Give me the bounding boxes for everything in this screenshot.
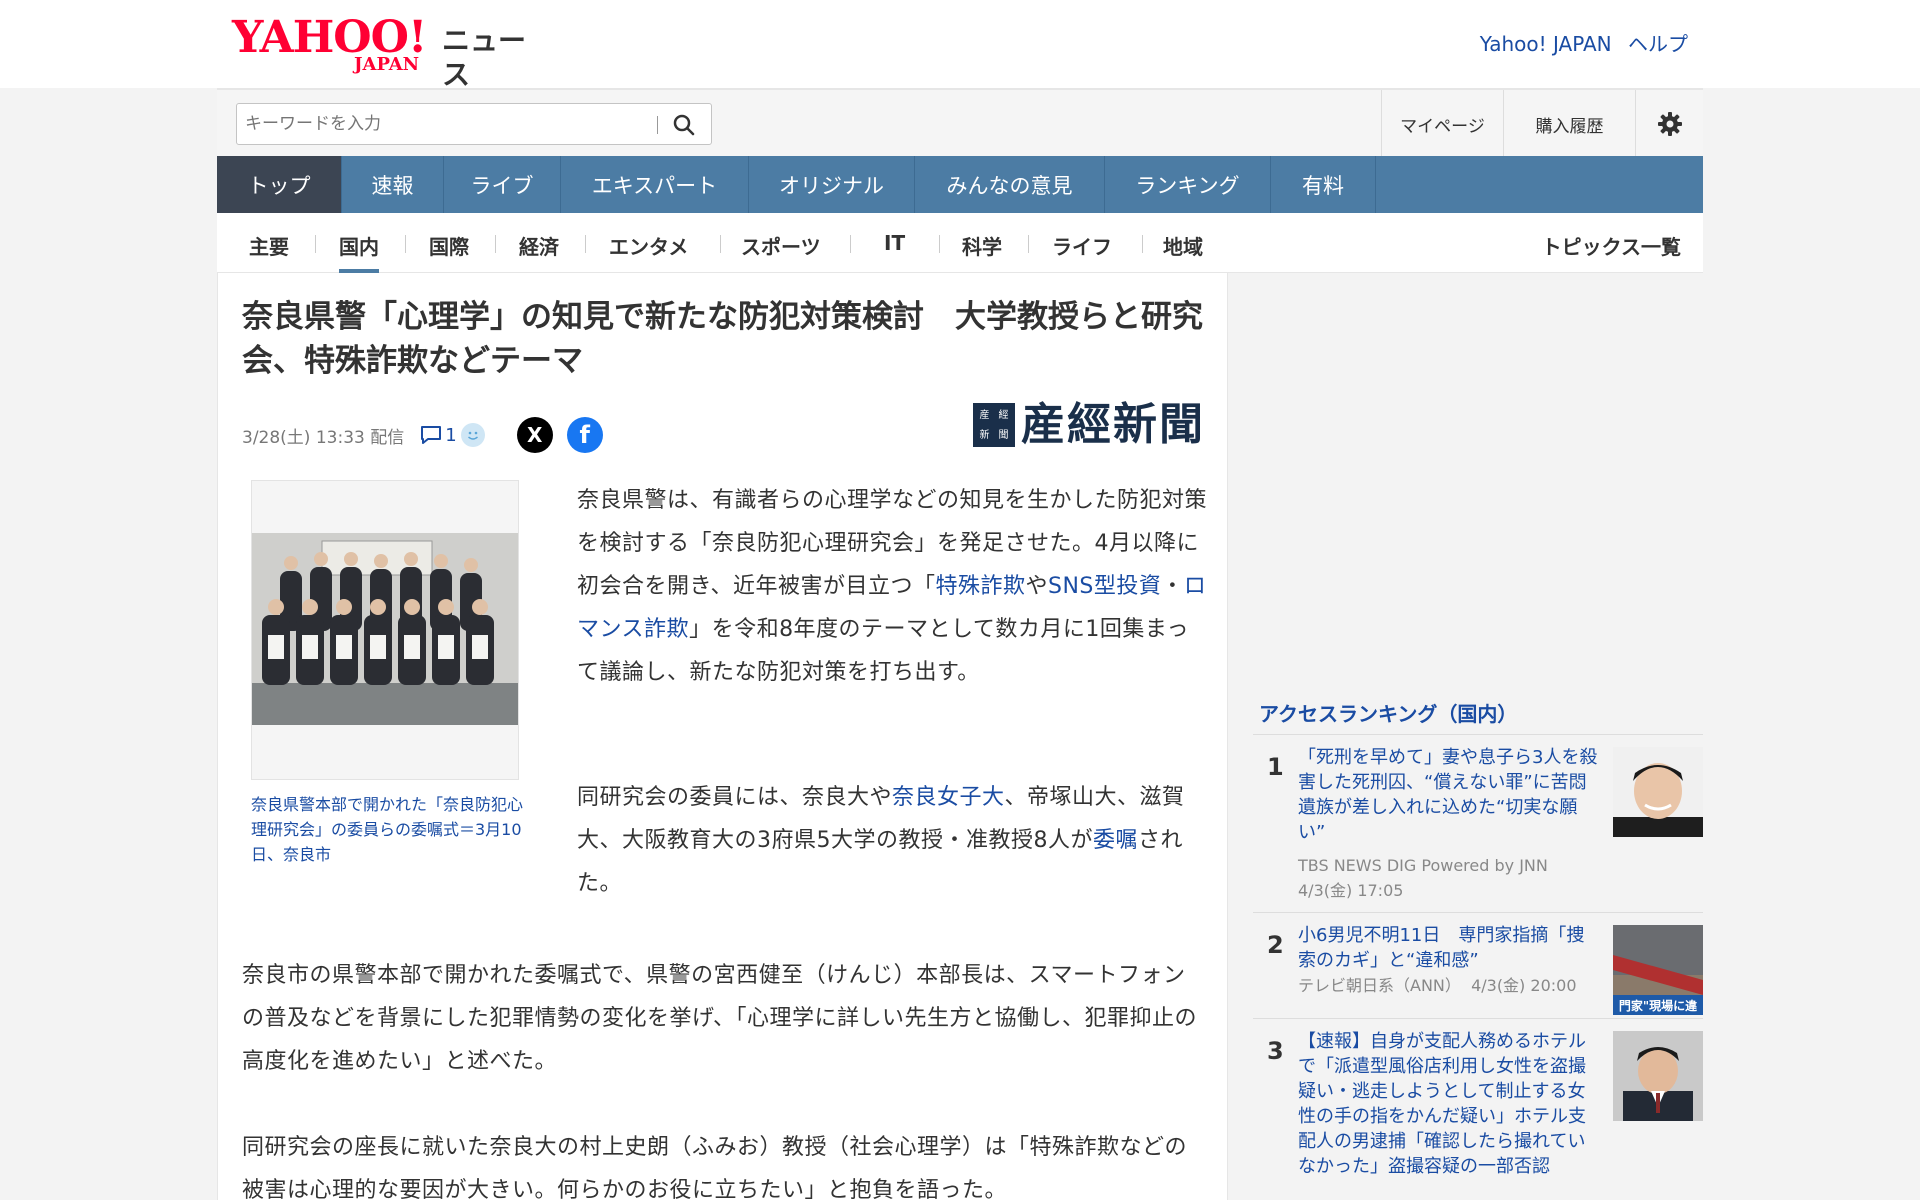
topics-list-link[interactable]: トピックス一覧 bbox=[1542, 231, 1681, 260]
category-divider bbox=[405, 235, 406, 253]
category-economy[interactable]: 経済 bbox=[519, 231, 559, 260]
settings-button[interactable] bbox=[1635, 90, 1703, 158]
share-x-button[interactable]: X bbox=[516, 417, 553, 453]
yahoo-news-logo[interactable]: YAHOO! JAPAN ニュース bbox=[230, 14, 550, 92]
article-meta: 3/28(土) 13:33 配信 1 X f bbox=[242, 415, 603, 455]
search-button[interactable] bbox=[669, 110, 699, 140]
article-photo[interactable] bbox=[251, 480, 519, 780]
article-title: 奈良県警「心理学」の知見で新たな防犯対策検討 大学教授らと研究会、特殊詐欺などテ… bbox=[242, 299, 1203, 379]
ranking-thumbnail bbox=[1613, 747, 1703, 837]
category-domestic[interactable]: 国内 bbox=[339, 231, 379, 273]
category-divider bbox=[939, 235, 940, 253]
category-main[interactable]: 主要 bbox=[249, 231, 289, 260]
ranking-thumbnail bbox=[1613, 1031, 1703, 1121]
comment-count-link[interactable]: 1 bbox=[420, 424, 457, 446]
ranking-date: 4/3(金) 17:05 bbox=[1298, 881, 1404, 900]
ranking-source: TBS NEWS DIG Powered by JNN bbox=[1298, 856, 1548, 875]
search-bar-row: マイページ 購入履歴 bbox=[217, 88, 1703, 158]
smile-icon bbox=[460, 423, 485, 447]
ranking-number: 1 bbox=[1267, 753, 1284, 781]
comment-icon bbox=[421, 426, 442, 444]
category-divider bbox=[585, 235, 586, 253]
site-header: YAHOO! JAPAN ニュース Yahoo! JAPAN ヘルプ bbox=[0, 0, 1920, 92]
source-logo[interactable]: 産 經 新 聞 産經新聞 bbox=[973, 401, 1205, 449]
gear-icon bbox=[1657, 112, 1682, 136]
help-link[interactable]: ヘルプ bbox=[1628, 32, 1688, 56]
ranking-item[interactable]: 2 小6男児不明11日 専門家指摘「捜索のカギ」と“違和感” テレビ朝日系（AN… bbox=[1253, 912, 1703, 1018]
main-nav-expert[interactable]: エキスパート bbox=[561, 156, 749, 213]
header-links: Yahoo! JAPAN ヘルプ bbox=[1470, 28, 1688, 57]
ranking-number: 3 bbox=[1267, 1037, 1284, 1065]
article-paragraph: 奈良県警は、有識者らの心理学などの知見を生かした防犯対策を検討する「奈良防犯心理… bbox=[577, 488, 1208, 685]
article-paragraph: 奈良市の県警本部で開かれた委嘱式で、県警の宮西健至（けんじ）本部長は、スマートフ… bbox=[242, 963, 1197, 1074]
logo-news: ニュース bbox=[442, 24, 527, 91]
category-divider bbox=[1028, 235, 1029, 253]
article: 奈良県警「心理学」の知見で新たな防犯対策検討 大学教授らと研究会、特殊詐欺などテ… bbox=[217, 273, 1228, 1200]
ranking-source-date: テレビ朝日系（ANN） 4/3(金) 20:00 bbox=[1298, 976, 1577, 995]
category-divider bbox=[495, 235, 496, 253]
main-nav-paid[interactable]: 有料 bbox=[1271, 156, 1376, 213]
logo-japan: JAPAN bbox=[354, 54, 420, 75]
keyword-link-tokushu-sagi[interactable]: 特殊詐欺 bbox=[935, 574, 1025, 599]
search-input[interactable] bbox=[245, 112, 655, 136]
main-nav-breaking[interactable]: 速報 bbox=[342, 156, 444, 213]
article-paragraph: 同研究会の委員には、奈良大や奈良女子大、帝塚山大、滋賀大、大阪教育大の3府県5大… bbox=[577, 785, 1185, 896]
article-paragraph: 同研究会の座長に就いた奈良大の村上史朗（ふみお）教授（社会心理学）は「特殊詐欺な… bbox=[242, 1135, 1188, 1200]
source-name: 産經新聞 bbox=[1021, 399, 1205, 450]
ranking-thumbnail: 門家"現場に違 bbox=[1613, 925, 1703, 1015]
ranking-title[interactable]: アクセスランキング（国内） bbox=[1259, 698, 1517, 727]
ranking-headline: 「死刑を早めて」妻や息子ら3人を殺害した死刑囚、“償えない罪”に苦悶 遺族が差し… bbox=[1298, 747, 1605, 843]
category-it[interactable]: IT bbox=[884, 231, 905, 255]
ranking-item[interactable]: 1 「死刑を早めて」妻や息子ら3人を殺害した死刑囚、“償えない罪”に苦悶 遺族が… bbox=[1253, 734, 1703, 912]
main-nav-original[interactable]: オリジナル bbox=[749, 156, 915, 213]
ranking-headline: 【速報】自身が支配人務めるホテルで「派遣型風俗店利用し女性を盗撮疑い・逃走しよう… bbox=[1298, 1031, 1586, 1177]
main-nav-opinions[interactable]: みんなの意見 bbox=[915, 156, 1105, 213]
category-nav: 主要 国内 国際 経済 エンタメ スポーツ IT 科学 ライフ 地域 トピックス… bbox=[217, 213, 1703, 273]
category-divider bbox=[1142, 235, 1143, 253]
main-nav-top[interactable]: トップ bbox=[217, 156, 342, 213]
share-facebook-button[interactable]: f bbox=[566, 417, 603, 453]
category-divider bbox=[315, 235, 316, 253]
category-divider bbox=[720, 235, 721, 253]
search-box bbox=[236, 103, 712, 145]
category-region[interactable]: 地域 bbox=[1163, 231, 1203, 260]
category-entertainment[interactable]: エンタメ bbox=[609, 231, 688, 260]
category-science[interactable]: 科学 bbox=[962, 231, 1002, 260]
photo-image bbox=[252, 533, 518, 725]
photo-caption: 奈良県警本部で開かれた「奈良防犯心理研究会」の委員らの委嘱式＝3月10日、奈良市 bbox=[251, 795, 524, 864]
keyword-link-ishoku[interactable]: 委嘱 bbox=[1093, 828, 1138, 853]
ranking-number: 2 bbox=[1267, 931, 1284, 959]
yahoo-japan-link[interactable]: Yahoo! JAPAN bbox=[1480, 32, 1612, 56]
search-separator bbox=[657, 116, 658, 134]
main-nav-live[interactable]: ライブ bbox=[444, 156, 561, 213]
comment-count: 1 bbox=[445, 424, 457, 446]
sankei-mark-icon: 産 經 新 聞 bbox=[973, 403, 1015, 447]
category-sports[interactable]: スポーツ bbox=[741, 231, 821, 260]
purchase-history-link[interactable]: 購入履歴 bbox=[1503, 90, 1635, 158]
ranking-item[interactable]: 3 【速報】自身が支配人務めるホテルで「派遣型風俗店利用し女性を盗撮疑い・逃走し… bbox=[1253, 1018, 1703, 1200]
main-nav: トップ 速報 ライブ エキスパート オリジナル みんなの意見 ランキング 有料 bbox=[217, 156, 1703, 213]
keyword-link-sns-investment[interactable]: SNS型投資 bbox=[1048, 574, 1161, 599]
ranking-headline: 小6男児不明11日 専門家指摘「捜索のカギ」と“違和感” bbox=[1298, 925, 1585, 971]
category-divider bbox=[850, 235, 851, 253]
category-world[interactable]: 国際 bbox=[429, 231, 469, 260]
category-life[interactable]: ライフ bbox=[1052, 231, 1112, 260]
main-nav-ranking[interactable]: ランキング bbox=[1105, 156, 1271, 213]
mypage-link[interactable]: マイページ bbox=[1381, 90, 1503, 158]
ranking-thumbnail-text: 門家"現場に違 bbox=[1619, 998, 1697, 1013]
account-links: マイページ 購入履歴 bbox=[1381, 90, 1703, 158]
keyword-link-nara-womens-univ[interactable]: 奈良女子大 bbox=[892, 785, 1005, 810]
publish-date: 3/28(土) 13:33 配信 bbox=[242, 427, 405, 448]
search-icon bbox=[673, 114, 695, 136]
